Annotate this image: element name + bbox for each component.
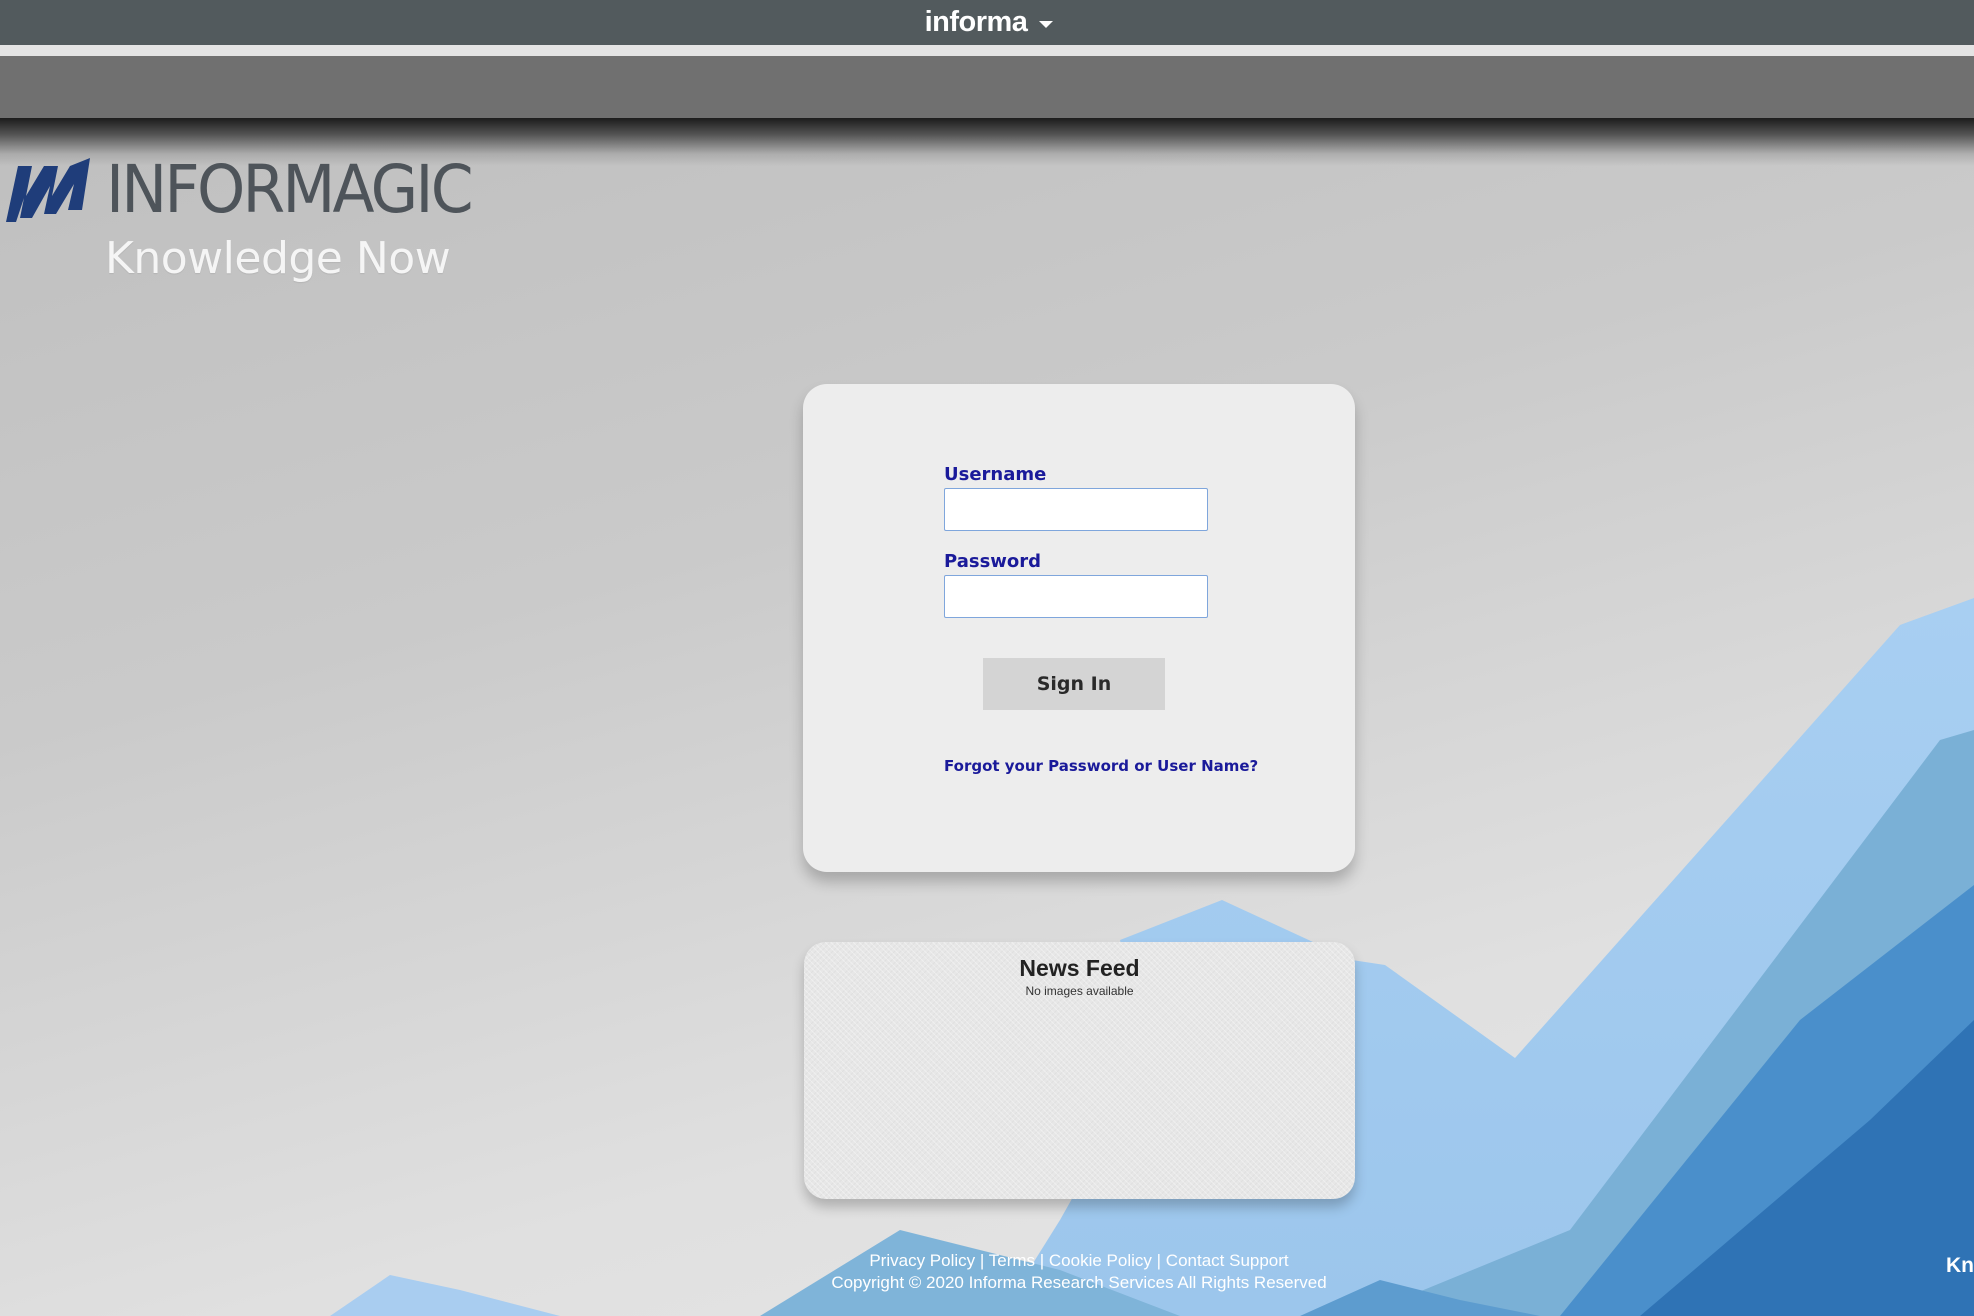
privacy-policy-link[interactable]: Privacy Policy — [869, 1251, 975, 1270]
logo-wordmark: INFORMAGIC — [106, 151, 474, 228]
news-feed-empty-message: No images available — [1025, 984, 1134, 998]
contact-support-link[interactable]: Contact Support — [1166, 1251, 1289, 1270]
sign-in-button[interactable]: Sign In — [983, 658, 1165, 710]
cookie-policy-link[interactable]: Cookie Policy — [1049, 1251, 1152, 1270]
footer-links: Privacy Policy | Terms | Cookie Policy |… — [780, 1250, 1378, 1272]
mountain-dark — [1560, 885, 1974, 1316]
corner-cut-text: Kn — [1946, 1254, 1974, 1277]
footer-separator: | — [1156, 1251, 1162, 1270]
copyright-text: Copyright © 2020 Informa Research Servic… — [831, 1273, 1327, 1292]
brand-menu-button[interactable]: informa — [925, 6, 1054, 39]
brand-name: informa — [924, 6, 1028, 38]
forgot-credentials-link[interactable]: Forgot your Password or User Name? — [944, 757, 1258, 775]
informa-top-bar: informa — [0, 0, 1974, 45]
terms-link[interactable]: Terms — [989, 1251, 1035, 1270]
header-separator — [0, 45, 1974, 56]
caret-down-icon — [1039, 21, 1054, 28]
mountain-mid-right — [1360, 730, 1974, 1316]
mountain-darkest — [1640, 1020, 1974, 1316]
login-card: Username Password Sign In Forgot your Pa… — [803, 384, 1355, 872]
news-feed-title: News Feed — [1019, 955, 1140, 981]
password-input[interactable] — [944, 575, 1208, 618]
username-input[interactable] — [944, 488, 1208, 531]
logo-tagline: Knowledge Now — [105, 233, 451, 284]
informagic-logo: INFORMAGIC Knowledge Now — [6, 151, 474, 290]
footer-separator: | — [1039, 1251, 1045, 1270]
news-feed-panel: News Feed No images available — [804, 942, 1355, 1199]
nav-bar — [0, 56, 1974, 118]
password-label: Password — [944, 551, 1042, 572]
footer: Privacy Policy | Terms | Cookie Policy |… — [780, 1250, 1378, 1294]
informagic-mark-icon — [6, 158, 90, 222]
mountain-left-light — [330, 1275, 560, 1316]
username-label: Username — [944, 464, 1047, 485]
footer-separator: | — [979, 1251, 985, 1270]
